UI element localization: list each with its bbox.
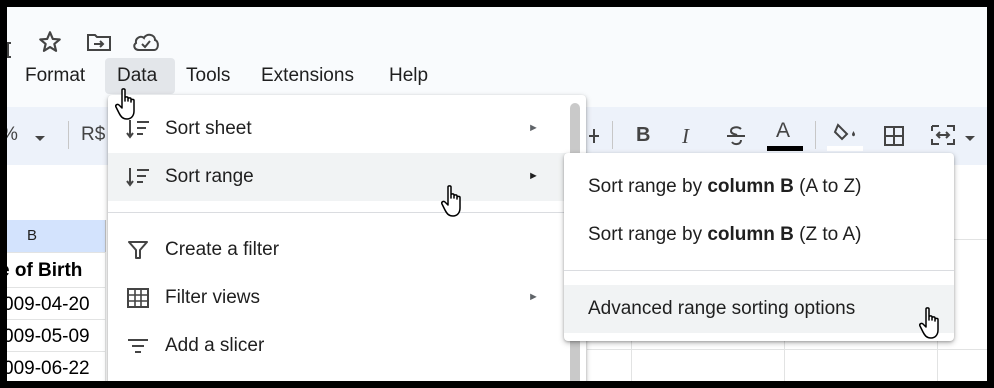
- filter-icon: [125, 238, 151, 262]
- menu-format[interactable]: Format: [25, 65, 85, 87]
- menu-item-sort-range[interactable]: Sort range ►: [108, 153, 568, 201]
- plus-icon[interactable]: [589, 126, 599, 146]
- fill-color-swatch: [827, 146, 863, 151]
- menu-item-label: Add a slicer: [165, 335, 265, 356]
- format-currency-button[interactable]: R$: [81, 124, 105, 146]
- grid-line: [587, 349, 987, 350]
- column-header-label: B: [27, 227, 38, 244]
- menu-item-label: Create a filter: [165, 239, 280, 260]
- item-text-bold: column B: [707, 176, 794, 197]
- submenu-arrow-icon: ►: [528, 291, 539, 303]
- table-cell[interactable]: 009-05-09: [7, 326, 90, 348]
- cloud-saved-icon: [131, 31, 161, 53]
- table-cell[interactable]: 009-04-20: [7, 294, 90, 316]
- menu-item-label: Sort range: [165, 166, 254, 187]
- menu-item-create-filter[interactable]: Create a filter: [108, 226, 568, 274]
- italic-button[interactable]: I: [682, 124, 689, 149]
- table-cell[interactable]: 009-06-22: [7, 358, 90, 380]
- item-text: (A to Z): [793, 176, 862, 197]
- menu-divider: [108, 212, 568, 213]
- sort-icon: [125, 165, 151, 189]
- toolbar-divider: [68, 121, 69, 149]
- chevron-down-icon[interactable]: [963, 131, 977, 149]
- bold-button[interactable]: B: [636, 124, 650, 147]
- rename-icon[interactable]: [7, 39, 17, 61]
- chevron-down-icon[interactable]: [33, 131, 47, 149]
- move-to-folder-icon[interactable]: [85, 30, 113, 54]
- grid-line: [7, 252, 105, 253]
- column-header-b[interactable]: B: [7, 220, 106, 252]
- item-text-bold: column B: [707, 224, 794, 245]
- hand-cursor-icon: [441, 185, 465, 219]
- toolbar-divider: [612, 121, 613, 149]
- menu-extensions[interactable]: Extensions: [261, 65, 354, 87]
- hand-cursor-icon: [919, 307, 943, 341]
- item-text: Sort range by: [588, 224, 708, 245]
- sort-range-za-item[interactable]: Sort range by column B (Z to A): [564, 211, 954, 259]
- data-menu: Sort sheet ► Sort range ► Create a filte…: [108, 95, 586, 381]
- menu-item-label: Filter views: [165, 287, 261, 308]
- submenu-arrow-icon: ►: [528, 122, 539, 134]
- menu-item-add-slicer[interactable]: Add a slicer: [108, 322, 568, 370]
- grid-line: [7, 351, 105, 352]
- merge-cells-icon[interactable]: [929, 123, 957, 152]
- header-cell[interactable]: e of Birth: [7, 260, 82, 282]
- menu-tools[interactable]: Tools: [186, 65, 230, 87]
- sort-range-submenu: Sort range by column B (A to Z) Sort ran…: [564, 153, 954, 341]
- grid-line: [7, 319, 105, 320]
- menu-data[interactable]: Data: [117, 65, 157, 87]
- toolbar-divider: [815, 121, 816, 149]
- grid-line: [105, 252, 106, 381]
- menu-divider: [564, 270, 954, 271]
- strikethrough-icon[interactable]: [723, 123, 749, 154]
- menu-help[interactable]: Help: [389, 65, 428, 87]
- grid-line: [7, 287, 105, 288]
- item-text: Sort range by: [588, 176, 708, 197]
- menu-item-sort-sheet[interactable]: Sort sheet ►: [108, 105, 568, 153]
- menu-item-filter-views[interactable]: Filter views ►: [108, 274, 568, 322]
- filter-views-icon: [125, 286, 151, 310]
- spreadsheet-window: Format Data Tools Extensions Help % R$ B…: [7, 7, 987, 381]
- advanced-sorting-item[interactable]: Advanced range sorting options: [564, 285, 954, 333]
- hand-cursor-icon: [115, 88, 139, 122]
- item-text: (Z to A): [793, 224, 862, 245]
- text-color-swatch: [767, 146, 803, 151]
- borders-icon[interactable]: [882, 124, 906, 153]
- submenu-arrow-icon: ►: [528, 170, 539, 182]
- sort-range-az-item[interactable]: Sort range by column B (A to Z): [564, 163, 954, 211]
- menu-item-label: Sort sheet: [165, 118, 252, 139]
- star-icon[interactable]: [37, 29, 63, 55]
- item-text: Advanced range sorting options: [588, 298, 856, 319]
- format-percent-button[interactable]: %: [7, 124, 18, 146]
- text-color-button[interactable]: A: [776, 119, 790, 143]
- slicer-icon: [125, 334, 151, 358]
